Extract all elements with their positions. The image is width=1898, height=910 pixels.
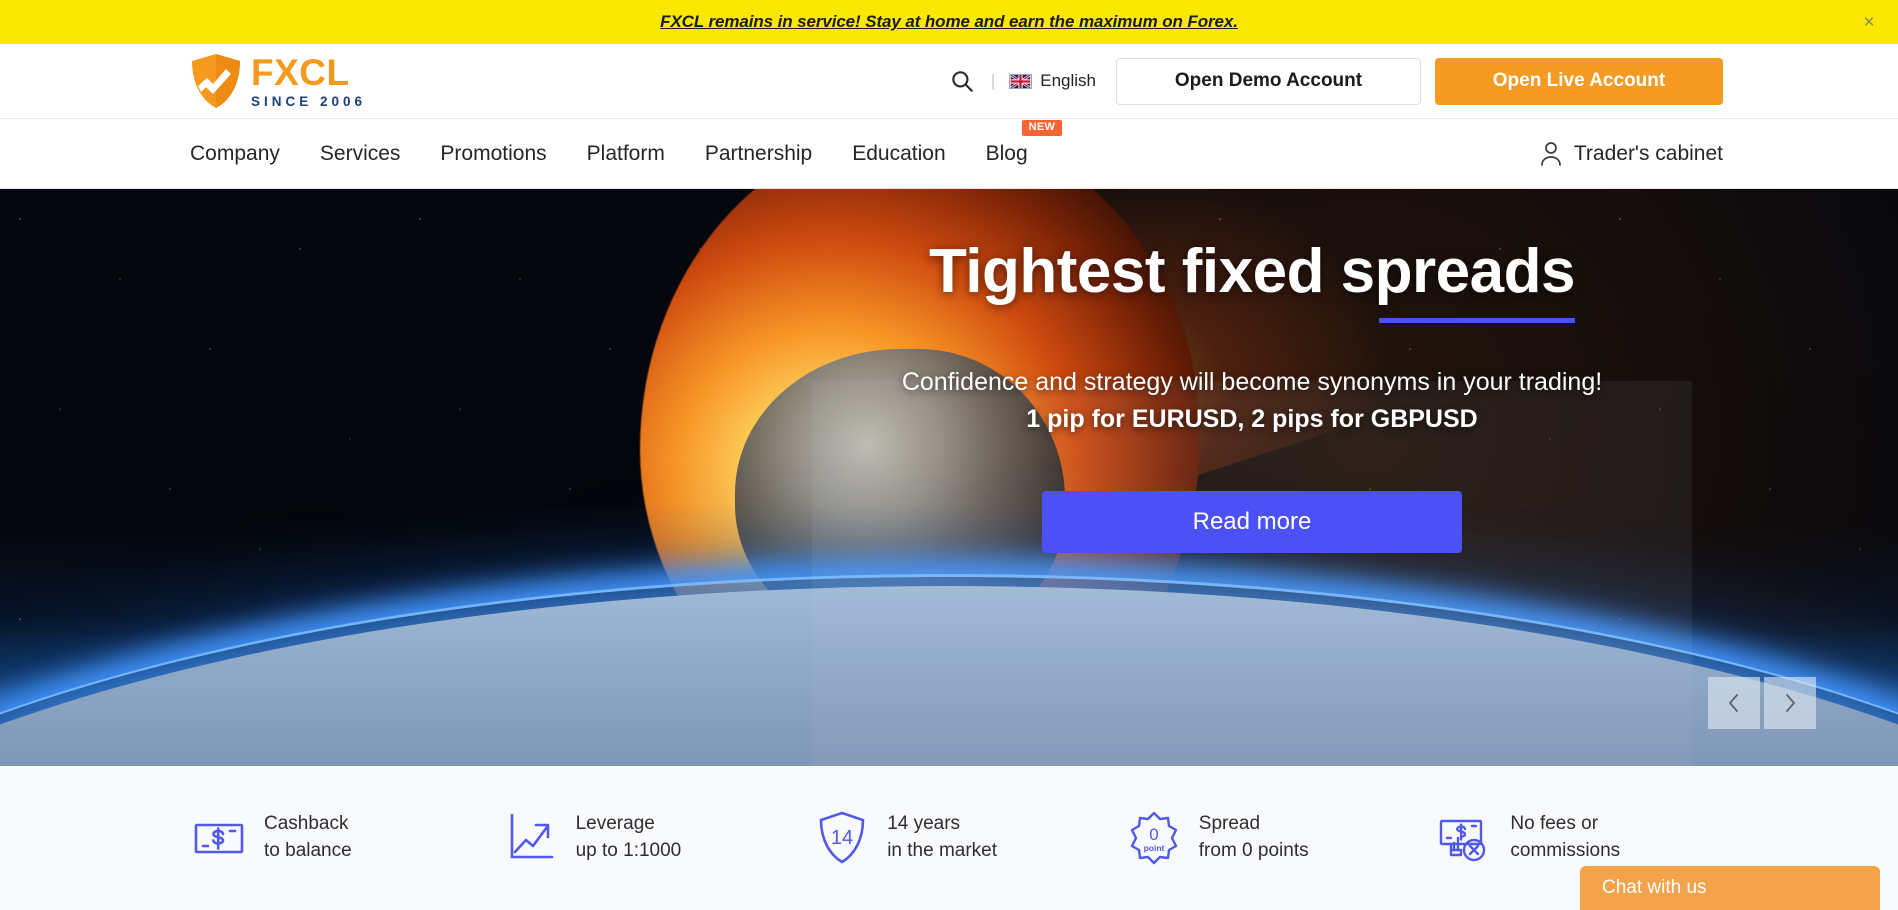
nav-label: Promotions: [440, 141, 547, 165]
open-demo-account-button[interactable]: Open Demo Account: [1116, 57, 1421, 105]
nav-label: Platform: [586, 141, 665, 165]
hero-title-underline: [1378, 317, 1575, 323]
feature-leverage: Leverage up to 1:1000: [502, 809, 814, 867]
slider-prev-button[interactable]: [1708, 677, 1760, 729]
feature-cashback: Cashback to balance: [190, 809, 502, 867]
promo-banner: FXCL remains in service! Stay at home an…: [0, 0, 1898, 44]
language-label: English: [1040, 71, 1096, 90]
no-fees-icon: [1440, 819, 1486, 862]
slider-next-button[interactable]: [1764, 677, 1816, 729]
nav-label: Services: [319, 141, 401, 165]
logo-tagline: SINCE 2006: [251, 93, 367, 109]
nav-item-platform[interactable]: Platform: [587, 142, 665, 166]
uk-flag-icon: [1009, 73, 1033, 89]
zero-point-badge-icon: 0 point: [1130, 811, 1177, 865]
search-icon[interactable]: [949, 68, 975, 94]
feature-line1: Spread: [1198, 813, 1261, 835]
growth-arrow-icon: [510, 813, 553, 859]
shield-14-icon: 14: [819, 811, 865, 864]
nav-items: Company Services Promotions Platform Par…: [190, 119, 1063, 166]
feature-line1: No fees or: [1510, 813, 1599, 835]
hero-content: Tightest fixed spreads Confidence and st…: [0, 189, 1898, 553]
logo-shield-icon: [192, 54, 240, 108]
chat-widget[interactable]: Chat with us: [1580, 866, 1880, 910]
feature-line2: to balance: [264, 840, 352, 861]
nav-item-blog[interactable]: Blog NEW: [985, 119, 1063, 166]
svg-text:point: point: [1143, 843, 1164, 853]
slider-navigation: [1708, 677, 1816, 729]
feature-line2: from 0 points: [1198, 840, 1309, 861]
nav-item-partnership[interactable]: Partnership: [705, 142, 812, 166]
hero-subtitle-line2: 1 pip for EURUSD, 2 pips for GBPUSD: [1026, 404, 1478, 433]
feature-no-fees: No fees or commissions: [1436, 809, 1748, 867]
nav-item-services[interactable]: Services: [320, 142, 401, 166]
chat-widget-label: Chat with us: [1602, 877, 1707, 898]
nav-label: Blog: [985, 141, 1028, 165]
feature-years-in-market: 14 14 years in the market: [813, 809, 1125, 867]
logo-name: FXCL: [251, 51, 350, 93]
logo-wordmark: FXCL SINCE 2006: [251, 54, 366, 109]
nav-item-promotions[interactable]: Promotions: [440, 142, 546, 166]
hero-subtitle-line1: Confidence and strategy will become syno…: [901, 367, 1603, 396]
feature-cashback-text: Cashback to balance: [264, 811, 352, 865]
logo[interactable]: FXCL SINCE 2006: [190, 53, 366, 109]
feature-line1: 14 years: [887, 813, 961, 835]
nav-label: Partnership: [704, 141, 813, 165]
feature-leverage-text: Leverage up to 1:1000: [576, 811, 682, 865]
feature-line1: Cashback: [264, 813, 349, 835]
language-selector[interactable]: English: [1009, 71, 1096, 91]
feature-no-fees-text: No fees or commissions: [1510, 811, 1620, 865]
hero-title-text: Tightest fixed spreads: [929, 237, 1575, 306]
header-separator: |: [990, 71, 996, 90]
close-icon[interactable]: ×: [1856, 9, 1882, 35]
site-header: FXCL SINCE 2006 | English Open Demo Acco…: [0, 44, 1898, 118]
feature-line2: in the market: [887, 840, 998, 861]
new-badge: NEW: [1021, 119, 1063, 136]
chevron-right-icon: [1786, 694, 1795, 712]
feature-line2: commissions: [1510, 840, 1621, 861]
traders-cabinet-link[interactable]: Trader's cabinet: [1540, 141, 1723, 167]
hero-title: Tightest fixed spreads: [929, 237, 1575, 323]
hero-slider: Tightest fixed spreads Confidence and st…: [0, 189, 1898, 766]
read-more-button[interactable]: Read more: [1042, 490, 1462, 553]
feature-spread: 0 point Spread from 0 points: [1125, 809, 1437, 867]
nav-item-education[interactable]: Education: [852, 142, 945, 166]
open-live-account-button[interactable]: Open Live Account: [1435, 57, 1723, 105]
nav-label: Company: [190, 141, 280, 165]
feature-line2: up to 1:1000: [575, 840, 682, 861]
traders-cabinet-label: Trader's cabinet: [1573, 141, 1723, 165]
chevron-left-icon: [1729, 694, 1738, 712]
feature-spread-text: Spread from 0 points: [1199, 811, 1309, 865]
feature-years-text: 14 years in the market: [887, 811, 997, 865]
svg-text:14: 14: [831, 827, 853, 849]
person-icon: [1541, 141, 1561, 166]
main-navigation: Company Services Promotions Platform Par…: [0, 118, 1898, 189]
promo-banner-text[interactable]: FXCL remains in service! Stay at home an…: [660, 12, 1238, 32]
nav-label: Education: [852, 141, 946, 165]
banknote-dollar-icon: [194, 823, 244, 854]
nav-item-company[interactable]: Company: [190, 142, 280, 166]
feature-line1: Leverage: [575, 813, 655, 835]
svg-text:0: 0: [1149, 825, 1158, 844]
header-utilities: | English Open Demo Account Open Live Ac…: [949, 57, 1723, 105]
